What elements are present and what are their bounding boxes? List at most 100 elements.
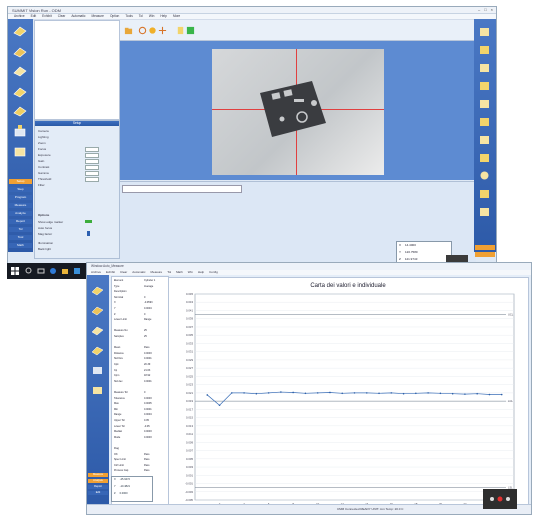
horizontal-scrollbar[interactable] xyxy=(122,185,242,193)
left-panel-label[interactable]: Edit xyxy=(88,491,108,495)
option-checkbox[interactable]: Illumination xyxy=(38,241,53,245)
left-panel-label[interactable]: Math xyxy=(9,243,32,248)
menu-item[interactable]: Automatic xyxy=(132,270,145,275)
table-row-value: 21.63 xyxy=(144,368,151,372)
document-icon[interactable] xyxy=(176,26,185,35)
taskview-icon[interactable] xyxy=(37,267,45,275)
menu-item[interactable]: Help xyxy=(198,270,204,275)
line-tool-icon[interactable] xyxy=(90,343,105,357)
left-panel-label[interactable]: Setup xyxy=(9,179,32,184)
menu-item[interactable]: Math xyxy=(176,270,183,275)
tool-icon[interactable] xyxy=(477,43,492,56)
tool-icon[interactable] xyxy=(477,97,492,110)
settings-row-label: Gain xyxy=(38,159,45,163)
windows-start-icon[interactable] xyxy=(11,267,19,275)
cylinder-tool-icon[interactable] xyxy=(12,43,28,59)
joystick-popup[interactable] xyxy=(483,489,517,509)
menu-item[interactable]: Win xyxy=(149,14,155,19)
y-tick-label: -0.001 xyxy=(185,482,193,486)
camera-tool-icon[interactable] xyxy=(12,143,28,159)
left-panel-label[interactable]: Program xyxy=(9,195,32,200)
explorer-icon[interactable] xyxy=(61,267,69,275)
y-tick-label: 0.031 xyxy=(186,350,193,354)
tool-icon[interactable] xyxy=(477,169,492,182)
search-icon[interactable] xyxy=(25,267,33,275)
settings-input[interactable] xyxy=(85,153,99,158)
y-tick-label: 0.035 xyxy=(186,333,193,337)
run-icon[interactable] xyxy=(186,26,195,35)
slider-handle[interactable] xyxy=(87,231,90,236)
option-checkbox[interactable]: Mag factor xyxy=(38,232,52,236)
circle-tool-icon[interactable] xyxy=(12,63,28,79)
data-point xyxy=(243,392,245,394)
tool-icon[interactable] xyxy=(477,205,492,218)
left-panel-label[interactable]: Analysis xyxy=(88,479,108,483)
probe-tool-icon[interactable] xyxy=(12,123,28,139)
app-icon[interactable] xyxy=(73,267,81,275)
point-tool-icon[interactable] xyxy=(12,103,28,119)
zoom-icon[interactable] xyxy=(138,26,147,35)
settings-input[interactable] xyxy=(85,165,99,170)
menu-item[interactable]: Config xyxy=(209,270,218,275)
settings-input[interactable] xyxy=(85,171,99,176)
left-panel-label[interactable]: Report xyxy=(9,219,32,224)
point-tool-icon[interactable] xyxy=(90,363,105,377)
option-checkbox[interactable]: Back light xyxy=(38,247,51,251)
element-list-panel[interactable] xyxy=(34,20,120,120)
tool-icon[interactable] xyxy=(477,133,492,146)
menu-item[interactable]: Help xyxy=(160,14,167,19)
left-panel-label[interactable]: Measure xyxy=(88,473,108,477)
menu-item[interactable]: Automatic xyxy=(71,14,85,19)
menu-item[interactable]: Win xyxy=(188,270,193,275)
settings-input[interactable] xyxy=(85,177,99,182)
right-panel-tab[interactable] xyxy=(475,245,495,250)
plane-tool-icon[interactable] xyxy=(12,23,28,39)
cylinder-tool-icon[interactable] xyxy=(90,303,105,317)
menu-item[interactable]: More xyxy=(173,14,180,19)
data-point xyxy=(231,392,233,394)
left-panel-label[interactable]: Measure xyxy=(9,203,32,208)
tool-icon[interactable] xyxy=(477,79,492,92)
tool-icon[interactable] xyxy=(477,187,492,200)
menu-item[interactable]: Option xyxy=(110,14,119,19)
left-panel-label[interactable]: Analyze xyxy=(9,211,32,216)
menu-item[interactable]: Measure xyxy=(151,270,163,275)
data-point xyxy=(402,392,405,395)
maximize-icon[interactable]: □ xyxy=(484,7,486,12)
y-tick-label: 0.045 xyxy=(186,292,193,296)
option-checkbox[interactable]: Auto focus xyxy=(38,226,52,230)
tool-icon[interactable] xyxy=(477,115,492,128)
probe-tool-icon[interactable] xyxy=(90,383,105,397)
plane-tool-icon[interactable] xyxy=(90,283,105,297)
tool-icon[interactable] xyxy=(477,25,492,38)
table-row-key: OK xyxy=(114,452,118,456)
left-panel-label[interactable]: Tool xyxy=(9,235,32,240)
menu-item[interactable]: Measure xyxy=(92,14,104,19)
menu-item[interactable]: Clear xyxy=(58,14,66,19)
folder-icon[interactable] xyxy=(124,26,133,35)
menu-item[interactable]: Tol xyxy=(167,270,171,275)
coord-row: Y -10.4821 xyxy=(114,485,130,488)
left-panel-label[interactable]: Step xyxy=(9,187,32,192)
circle-tool-icon[interactable] xyxy=(90,323,105,337)
close-icon[interactable]: × xyxy=(491,7,493,12)
settings-input[interactable] xyxy=(85,147,99,152)
edge-browser-icon[interactable] xyxy=(49,267,57,275)
table-row-key: Spec Limit xyxy=(114,458,126,462)
menu-item[interactable]: Exhibit xyxy=(42,14,52,19)
minimize-icon[interactable]: – xyxy=(478,7,480,12)
tool-icon[interactable] xyxy=(477,151,492,164)
right-panel-tab[interactable] xyxy=(475,252,495,257)
settings-input[interactable] xyxy=(85,159,99,164)
option-checkbox[interactable]: Show edge marker xyxy=(38,220,63,224)
left-panel-label[interactable]: Tol xyxy=(9,227,32,232)
menu-item[interactable]: Tol xyxy=(139,14,143,19)
table-row-key: Y xyxy=(114,307,116,310)
tool-icon[interactable] xyxy=(477,61,492,74)
line-tool-icon[interactable] xyxy=(12,83,28,99)
menu-item[interactable]: Tools xyxy=(125,14,132,19)
light-icon[interactable] xyxy=(148,26,157,35)
left-panel-label[interactable]: Report xyxy=(88,485,108,489)
menu-item[interactable]: Clear xyxy=(120,270,127,275)
crosshair-icon[interactable] xyxy=(158,26,167,35)
